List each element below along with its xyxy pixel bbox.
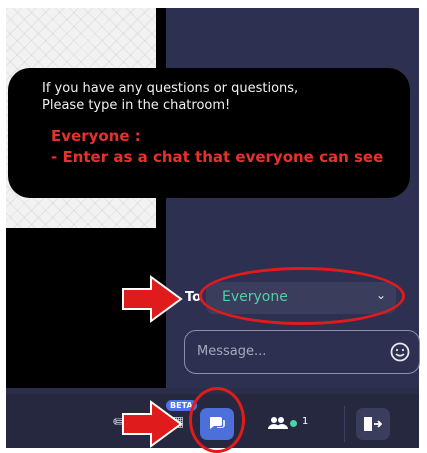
chat-tooltip: If you have any questions or questions, … [8, 68, 410, 198]
exit-button[interactable] [356, 408, 390, 440]
message-input[interactable] [197, 340, 377, 362]
tooltip-highlight-2: - Enter as a chat that everyone can see [51, 148, 384, 166]
message-box [184, 330, 420, 374]
online-indicator [290, 420, 297, 427]
annotation-circle [189, 387, 245, 453]
toolbar-divider [344, 406, 345, 442]
tooltip-line-1: If you have any questions or questions, [42, 81, 299, 96]
annotation-circle [199, 267, 405, 325]
tooltip-highlight-1: Everyone : [51, 127, 141, 145]
arrow-icon [122, 400, 183, 448]
people-icon[interactable] [268, 416, 288, 430]
participants-count: 1 [302, 416, 309, 427]
video-area [6, 8, 166, 388]
exit-icon [364, 417, 383, 431]
smiley-icon[interactable] [389, 341, 411, 363]
arrow-icon [122, 275, 183, 323]
tooltip-line-2: Please type in the chatroom! [42, 98, 231, 113]
